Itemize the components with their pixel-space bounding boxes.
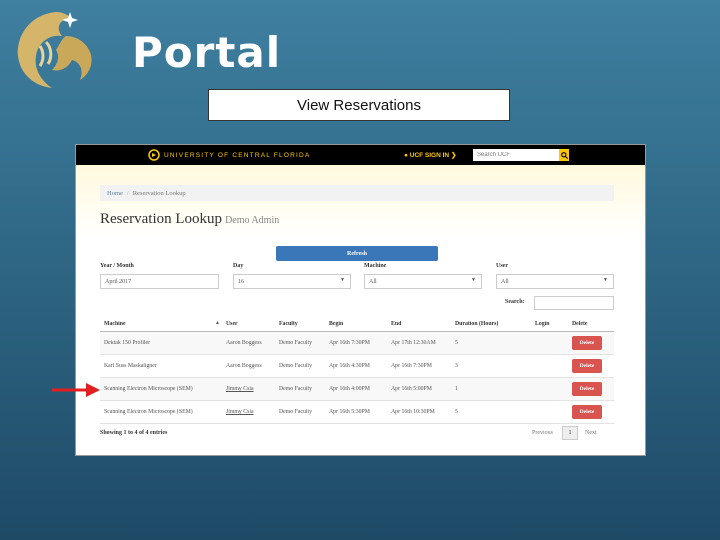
cell-machine: Karl Suss Maskaligner bbox=[104, 363, 157, 369]
cell-faculty: Demo Faculty bbox=[279, 386, 313, 392]
year-month-input[interactable]: April 2017 bbox=[100, 274, 219, 289]
cell-faculty: Demo Faculty bbox=[279, 409, 313, 415]
ucf-pegasus-icon bbox=[148, 149, 160, 161]
signin-label: UCF SIGN IN bbox=[409, 152, 450, 159]
year-month-value: April 2017 bbox=[105, 278, 132, 285]
day-label: Day bbox=[233, 263, 244, 269]
cell-duration: 5 bbox=[455, 409, 458, 415]
cell-begin: Apr 16th 7:30PM bbox=[329, 340, 370, 346]
delete-button[interactable]: Delete bbox=[572, 359, 602, 373]
table-row: Karl Suss Maskaligner Aaron Boggess Demo… bbox=[100, 355, 614, 378]
signin-arrow-icon: ❯ bbox=[450, 152, 457, 159]
cell-delete: Delete bbox=[568, 336, 614, 350]
day-value: 16 bbox=[238, 278, 244, 285]
ucf-search-button[interactable] bbox=[559, 149, 569, 161]
cell-user: Jimmy Csia bbox=[226, 386, 254, 392]
chevron-down-icon: ▼ bbox=[471, 278, 476, 283]
breadcrumb-current: Reservation Lookup bbox=[132, 189, 186, 197]
cell-user: Jimmy Csia bbox=[226, 409, 254, 415]
column-header-faculty[interactable]: Faculty bbox=[275, 321, 325, 327]
cell-delete: Delete bbox=[568, 405, 614, 419]
ucf-home-link[interactable]: UNIVERSITY OF CENTRAL FLORIDA bbox=[148, 149, 310, 161]
university-name: UNIVERSITY OF CENTRAL FLORIDA bbox=[164, 151, 311, 159]
cell-faculty: Demo Faculty bbox=[279, 363, 313, 369]
search-icon bbox=[560, 151, 568, 159]
column-header-duration[interactable]: Duration (Hours) bbox=[451, 321, 531, 327]
pagination-next[interactable]: Next bbox=[585, 430, 597, 436]
slide-caption: View Reservations bbox=[208, 89, 510, 121]
table-row: Scanning Electron Microscope (SEM) Jimmy… bbox=[100, 401, 614, 424]
table-info: Showing 1 to 4 of 4 entries bbox=[100, 430, 168, 436]
cell-end: Apr 16th 10:30PM bbox=[391, 409, 435, 415]
user-icon: ● bbox=[404, 152, 408, 159]
machine-select[interactable]: All ▼ bbox=[364, 274, 482, 289]
slide-title: Portal bbox=[132, 28, 282, 77]
page-title: Reservation Lookup Demo Admin bbox=[100, 211, 279, 228]
ucf-pegasus-logo bbox=[17, 12, 92, 88]
pagination-previous[interactable]: Previous bbox=[532, 430, 553, 436]
breadcrumb-separator: / bbox=[126, 189, 129, 197]
cell-faculty: Demo Faculty bbox=[279, 340, 313, 346]
page-title-text: Reservation Lookup bbox=[100, 211, 223, 227]
table-search-input[interactable] bbox=[534, 296, 614, 310]
cell-delete: Delete bbox=[568, 359, 614, 373]
table-search-label: Search: bbox=[505, 299, 525, 305]
cell-user: Aaron Boggess bbox=[226, 363, 262, 369]
cell-duration: 1 bbox=[455, 386, 458, 392]
user-label: User bbox=[496, 263, 508, 269]
machine-label: Machine bbox=[364, 263, 387, 269]
day-select[interactable]: 16 ▼ bbox=[233, 274, 351, 289]
app-screenshot: UNIVERSITY OF CENTRAL FLORIDA ● UCF SIGN… bbox=[75, 144, 646, 456]
breadcrumb-home[interactable]: Home bbox=[107, 190, 123, 197]
red-arrow-icon bbox=[52, 383, 100, 397]
delete-button[interactable]: Delete bbox=[572, 382, 602, 396]
cell-delete: Delete bbox=[568, 382, 614, 396]
cell-begin: Apr 16th 4:00PM bbox=[329, 386, 370, 392]
column-header-delete[interactable]: Delete bbox=[568, 321, 614, 327]
machine-value: All bbox=[369, 278, 377, 285]
table-row: Scanning Electron Microscope (SEM) Jimmy… bbox=[100, 378, 614, 401]
column-header-user[interactable]: User bbox=[222, 321, 275, 327]
cell-duration: 3 bbox=[455, 363, 458, 369]
cell-end: Apr 16th 7:30PM bbox=[391, 363, 432, 369]
user-select[interactable]: All ▼ bbox=[496, 274, 614, 289]
ucf-signin-link[interactable]: ● UCF SIGN IN ❯ bbox=[404, 151, 456, 159]
column-header-end[interactable]: End bbox=[387, 321, 451, 327]
chevron-down-icon: ▼ bbox=[603, 278, 608, 283]
cell-begin: Apr 16th 4:30PM bbox=[329, 363, 370, 369]
pagination: Previous 1 Next bbox=[532, 426, 597, 440]
ucf-search bbox=[473, 149, 569, 161]
breadcrumb: Home / Reservation Lookup bbox=[100, 185, 614, 201]
year-month-label: Year / Month bbox=[100, 263, 134, 269]
chevron-down-icon: ▼ bbox=[340, 278, 345, 283]
table-header-row: Machine ▲ User Faculty Begin End Duratio… bbox=[100, 317, 614, 332]
cell-duration: 5 bbox=[455, 340, 458, 346]
reservations-table: Machine ▲ User Faculty Begin End Duratio… bbox=[100, 317, 614, 424]
column-header-begin[interactable]: Begin bbox=[325, 321, 387, 327]
cell-machine: Scanning Electron Microscope (SEM) bbox=[104, 386, 193, 392]
page-subtitle: Demo Admin bbox=[225, 215, 280, 226]
user-value: All bbox=[501, 278, 509, 285]
cell-begin: Apr 16th 5:30PM bbox=[329, 409, 370, 415]
sort-ascending-icon: ▲ bbox=[215, 321, 220, 326]
table-row: Dektak 150 Profiler Aaron Boggess Demo F… bbox=[100, 332, 614, 355]
cell-user: Aaron Boggess bbox=[226, 340, 262, 346]
ucf-header-bar: UNIVERSITY OF CENTRAL FLORIDA ● UCF SIGN… bbox=[76, 145, 645, 165]
column-header-login[interactable]: Login bbox=[531, 321, 568, 327]
pagination-page-1[interactable]: 1 bbox=[562, 426, 578, 440]
delete-button[interactable]: Delete bbox=[572, 336, 602, 350]
column-header-machine[interactable]: Machine bbox=[100, 321, 222, 327]
ucf-search-input[interactable] bbox=[473, 149, 559, 161]
cell-end: Apr 16th 5:00PM bbox=[391, 386, 432, 392]
cell-end: Apr 17th 12:30AM bbox=[391, 340, 436, 346]
delete-button[interactable]: Delete bbox=[572, 405, 602, 419]
cell-machine: Scanning Electron Microscope (SEM) bbox=[104, 409, 193, 415]
cell-machine: Dektak 150 Profiler bbox=[104, 340, 151, 346]
refresh-button[interactable]: Refresh bbox=[276, 246, 438, 261]
